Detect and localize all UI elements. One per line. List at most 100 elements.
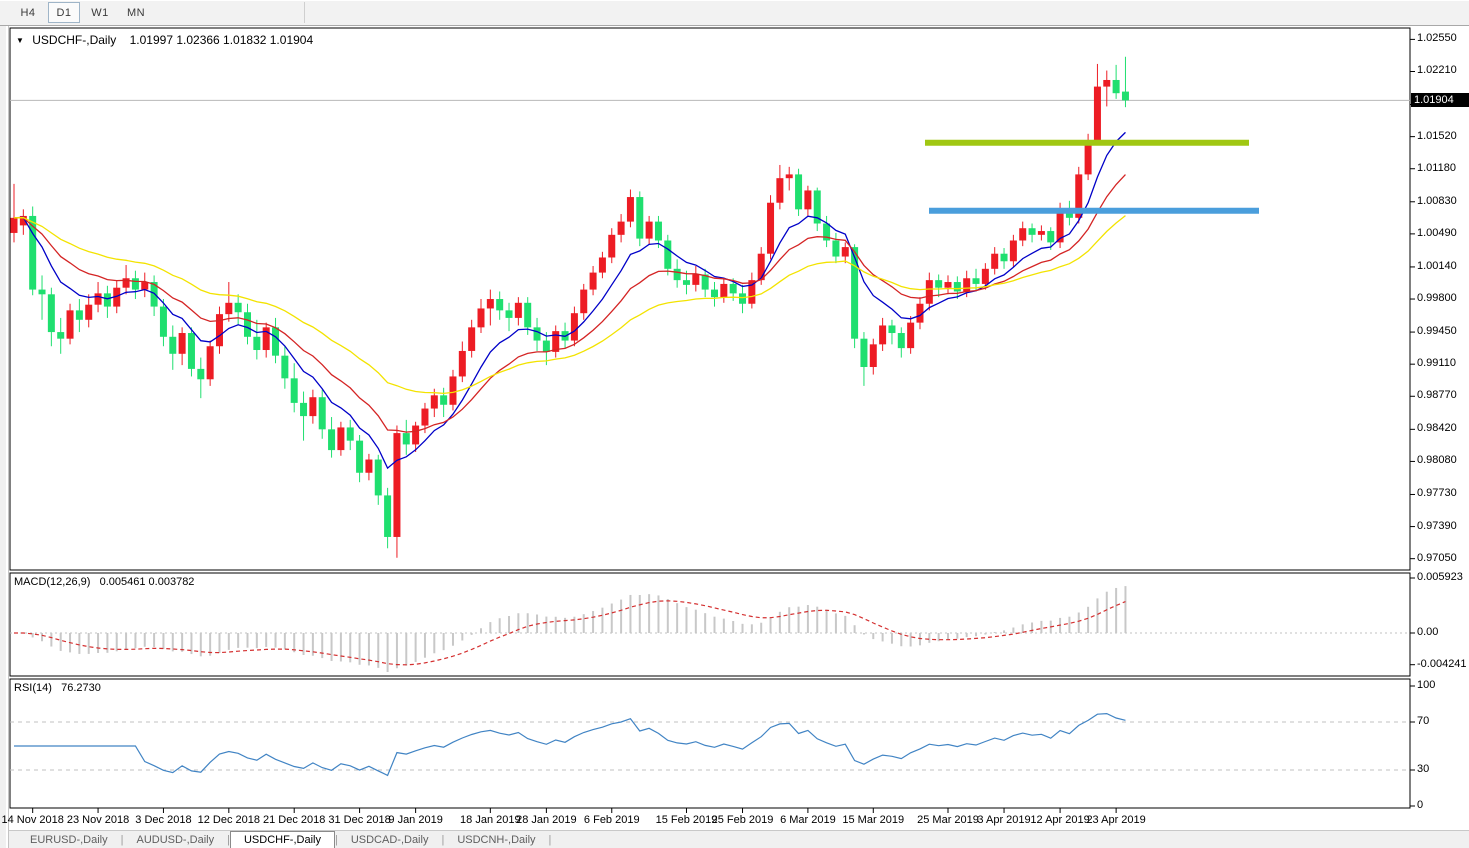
candle-up[interactable]	[618, 222, 625, 235]
candle-down[interactable]	[104, 293, 111, 306]
candle-down[interactable]	[496, 299, 503, 310]
candle-down[interactable]	[188, 333, 195, 369]
candle-up[interactable]	[515, 303, 522, 318]
candle-down[interactable]	[48, 294, 55, 332]
candle-up[interactable]	[758, 254, 765, 280]
candle-up[interactable]	[907, 323, 914, 348]
candle-up[interactable]	[207, 346, 214, 379]
main-plot-panel[interactable]	[10, 28, 1410, 570]
candle-up[interactable]	[95, 293, 102, 304]
candle-down[interactable]	[524, 303, 531, 328]
candle-up[interactable]	[225, 303, 232, 314]
rsi-panel[interactable]	[10, 679, 1410, 808]
candle-up[interactable]	[991, 254, 998, 269]
candle-down[interactable]	[375, 460, 382, 496]
candle-down[interactable]	[160, 307, 167, 337]
candle-down[interactable]	[347, 427, 354, 440]
candle-down[interactable]	[534, 327, 541, 340]
candle-up[interactable]	[571, 313, 578, 340]
candle-down[interactable]	[197, 369, 204, 379]
candle-down[interactable]	[730, 284, 737, 293]
candle-up[interactable]	[141, 282, 148, 290]
candle-down[interactable]	[832, 240, 839, 256]
candle-down[interactable]	[636, 197, 643, 239]
candle-down[interactable]	[384, 495, 391, 537]
candle-up[interactable]	[468, 327, 475, 351]
candle-up[interactable]	[67, 310, 74, 338]
candle-up[interactable]	[926, 280, 933, 304]
candle-down[interactable]	[655, 222, 662, 241]
chart-tab-usdchf[interactable]: USDCHF-,Daily	[230, 831, 335, 848]
candle-down[interactable]	[319, 397, 326, 429]
candle-down[interactable]	[851, 247, 858, 339]
candle-up[interactable]	[982, 269, 989, 284]
candle-up[interactable]	[580, 290, 587, 314]
candle-down[interactable]	[664, 240, 671, 268]
candle-up[interactable]	[608, 235, 615, 258]
candle-up[interactable]	[421, 409, 428, 426]
candle-up[interactable]	[646, 222, 653, 239]
candle-down[interactable]	[291, 378, 298, 403]
candle-up[interactable]	[309, 397, 316, 416]
candle-down[interactable]	[1113, 80, 1120, 93]
candle-down[interactable]	[57, 332, 64, 339]
candle-up[interactable]	[720, 284, 727, 297]
candle-down[interactable]	[973, 278, 980, 284]
candle-down[interactable]	[328, 429, 335, 450]
candle-down[interactable]	[440, 395, 447, 404]
chart-tab-eurusd[interactable]: EURUSD-,Daily	[17, 833, 121, 848]
macd-panel[interactable]	[10, 573, 1410, 676]
candle-down[interactable]	[281, 356, 288, 379]
candle-up[interactable]	[216, 314, 223, 346]
candle-down[interactable]	[272, 327, 279, 355]
candle-up[interactable]	[767, 203, 774, 254]
candle-up[interactable]	[85, 305, 92, 320]
candle-up[interactable]	[337, 427, 344, 450]
candle-up[interactable]	[431, 395, 438, 408]
candle-up[interactable]	[879, 325, 886, 344]
candle-up[interactable]	[842, 247, 849, 256]
candle-up[interactable]	[963, 278, 970, 291]
candle-down[interactable]	[860, 339, 867, 367]
candle-down[interactable]	[235, 303, 242, 312]
candle-up[interactable]	[1094, 87, 1101, 141]
candle-down[interactable]	[253, 337, 260, 350]
candle-down[interactable]	[169, 337, 176, 354]
candle-up[interactable]	[449, 376, 456, 404]
candle-down[interactable]	[300, 403, 307, 416]
candle-up[interactable]	[1038, 231, 1045, 235]
candle-up[interactable]	[487, 299, 494, 308]
candle-up[interactable]	[393, 433, 400, 537]
candle-up[interactable]	[1010, 240, 1017, 261]
candle-down[interactable]	[29, 216, 36, 290]
candle-up[interactable]	[692, 274, 699, 284]
candle-down[interactable]	[795, 174, 802, 209]
symbol-dropdown-icon[interactable]: ▼	[16, 36, 24, 45]
candle-down[interactable]	[888, 325, 895, 333]
candle-down[interactable]	[1029, 228, 1036, 235]
candle-up[interactable]	[1019, 228, 1026, 240]
candle-up[interactable]	[627, 197, 634, 222]
candle-up[interactable]	[179, 333, 186, 354]
candle-down[interactable]	[954, 282, 961, 291]
candle-up[interactable]	[590, 273, 597, 290]
candle-up[interactable]	[599, 257, 606, 272]
chart-tab-audusd[interactable]: AUDUSD-,Daily	[123, 833, 227, 848]
candle-down[interactable]	[898, 333, 905, 348]
candle-up[interactable]	[459, 351, 466, 376]
candle-down[interactable]	[506, 310, 513, 318]
candle-down[interactable]	[403, 433, 410, 444]
candle-down[interactable]	[1047, 231, 1054, 242]
candle-up[interactable]	[870, 344, 877, 367]
candle-down[interactable]	[39, 290, 46, 295]
candle-up[interactable]	[776, 178, 783, 203]
candle-down[interactable]	[356, 441, 363, 473]
candle-down[interactable]	[76, 310, 83, 319]
candle-up[interactable]	[365, 460, 372, 473]
candle-down[interactable]	[543, 341, 550, 352]
candle-down[interactable]	[711, 290, 718, 298]
candle-down[interactable]	[739, 293, 746, 303]
candle-up[interactable]	[412, 426, 419, 445]
candle-down[interactable]	[935, 280, 942, 288]
candle-down[interactable]	[244, 312, 251, 337]
